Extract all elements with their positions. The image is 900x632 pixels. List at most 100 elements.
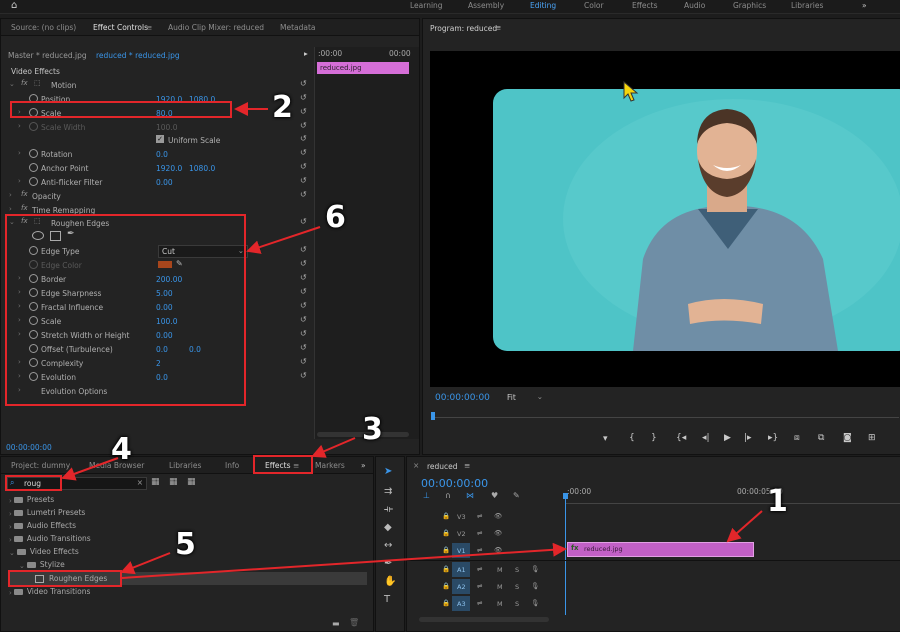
anti-flicker-row[interactable]: › Anti-flicker Filter 0.00 ↺ [1,176,311,189]
go-to-out-icon[interactable]: ▸} [768,433,778,443]
workspace-audio[interactable]: Audio [684,1,705,10]
workspace-color[interactable]: Color [584,1,604,10]
program-scrubber[interactable] [431,412,899,420]
close-tab-icon[interactable]: × [413,461,419,470]
timeline-clip-v1[interactable]: fx reduced.jpg [567,542,754,557]
effect-controls-timecode[interactable]: 00:00:00:00 [6,443,52,452]
insert-nest-icon[interactable]: ⊥ [423,491,430,500]
hand-tool-icon[interactable]: ✋ [384,576,396,587]
reset-icon[interactable]: ↺ [300,176,307,185]
selection-tool-icon[interactable]: ➤ [384,466,392,477]
reset-icon[interactable]: ↺ [300,148,307,157]
tree-item-audio-effects[interactable]: › Audio Effects [9,521,76,531]
tree-item-lumetri-presets[interactable]: › Lumetri Presets [9,508,85,518]
timeline-timecode[interactable]: 00:00:00:00 [421,477,488,490]
chevron-right-icon[interactable]: › [9,205,12,213]
workspace-learning[interactable]: Learning [410,1,443,10]
uniform-scale-checkbox[interactable]: ✓ [156,135,164,143]
workspace-editing[interactable]: Editing [530,1,556,10]
stopwatch-icon[interactable] [29,163,38,172]
tree-item-audio-transitions[interactable]: › Audio Transitions [9,534,91,544]
reset-icon[interactable]: ↺ [300,357,307,366]
fx-icon[interactable]: fx [21,204,28,212]
slip-tool-icon[interactable]: ↔ [384,540,392,551]
timeline-playhead[interactable] [565,495,566,615]
menu-icon[interactable]: ≡ [464,461,470,470]
reset-icon[interactable]: ↺ [300,343,307,352]
program-timecode[interactable]: 00:00:00:00 [435,393,490,403]
add-marker-icon[interactable]: ♥ [491,491,498,500]
workspace-libraries[interactable]: Libraries [791,1,823,10]
chevron-right-icon[interactable]: › [18,177,21,185]
reset-icon[interactable]: ↺ [300,217,307,226]
delete-icon[interactable]: 🗑 [349,618,359,627]
reset-icon[interactable]: ↺ [300,329,307,338]
tab-project[interactable]: Project: dummy [11,461,70,470]
ripple-edit-tool-icon[interactable]: ⟛ [384,504,393,515]
track-header-a1[interactable]: 🔒 A1 ⇌ M S 🎙 [407,562,565,577]
workspace-effects[interactable]: Effects [632,1,658,10]
reset-icon[interactable]: ↺ [300,245,307,254]
reset-icon[interactable]: ↺ [300,93,307,102]
fx-icon[interactable]: fx [21,79,28,87]
new-bin-icon[interactable]: ▬ [332,619,340,628]
tab-effect-controls[interactable]: Effect Controls [93,23,148,32]
add-marker-icon[interactable]: ▾ [603,434,608,444]
tab-audio-clip-mixer[interactable]: Audio Clip Mixer: reduced [168,23,264,32]
pen-tool-icon[interactable]: ✒ [384,558,392,569]
play-icon[interactable]: ▶ [724,433,731,443]
rotation-row[interactable]: › Rotation 0.0 ↺ [1,148,311,161]
master-clip-label[interactable]: Master * reduced.jpg [8,51,87,60]
chevron-down-icon[interactable]: ⌄ [9,80,15,88]
track-header-v1[interactable]: 🔒 V1 ⇌ 👁 [407,543,565,558]
extract-icon[interactable]: ⧉ [818,433,824,443]
timeline-sequence-tab[interactable]: reduced [427,462,458,471]
tab-libraries[interactable]: Libraries [169,461,201,470]
lift-icon[interactable]: ⧈ [794,433,800,443]
tree-item-presets[interactable]: › Presets [9,495,54,505]
settings-icon[interactable]: ⊞ [868,433,876,443]
reset-icon[interactable]: ↺ [300,190,307,199]
32bit-effects-icon[interactable]: ▦ [169,477,178,487]
reset-icon[interactable]: ↺ [300,107,307,116]
track-header-v3[interactable]: 🔒 V3 ⇌ 👁 [407,509,565,524]
timeline-horizontal-scrollbar[interactable] [419,617,549,622]
tree-item-stylize[interactable]: ⌄ Stylize [19,560,65,570]
tree-item-video-transitions[interactable]: › Video Transitions [9,587,90,597]
zoom-fit-dropdown[interactable]: Fit ⌄ [505,392,545,403]
opacity-row[interactable]: › fx Opacity ↺ [1,190,311,203]
uniform-scale-row[interactable]: ✓ Uniform Scale ↺ [1,134,311,147]
reset-icon[interactable]: ↺ [300,259,307,268]
reset-icon[interactable]: ↺ [300,162,307,171]
program-monitor-title[interactable]: Program: reduced [430,24,497,33]
reset-icon[interactable]: ↺ [300,121,307,130]
accelerated-effects-icon[interactable]: ▦ [151,477,160,487]
ruler-bar[interactable] [565,497,900,504]
fx-icon[interactable]: fx [21,190,28,198]
mark-in-icon[interactable]: { [629,433,635,443]
home-icon[interactable]: ⌂ [11,0,17,11]
mark-out-icon[interactable]: } [651,433,657,443]
workspaces-more-button[interactable]: » [862,1,867,10]
go-to-in-icon[interactable]: {◂ [676,433,686,443]
stopwatch-icon[interactable] [29,149,38,158]
yuv-effects-icon[interactable]: ▦ [187,477,196,487]
mini-clip-bar[interactable]: reduced.jpg [317,62,409,74]
chevron-right-icon[interactable]: › [9,191,12,199]
reset-icon[interactable]: ↺ [300,273,307,282]
snap-icon[interactable]: ∩ [445,491,451,500]
tab-markers[interactable]: Markers [315,461,345,470]
anchor-point-row[interactable]: Anchor Point 1920.0 1080.0 ↺ [1,162,311,175]
reset-icon[interactable]: ↺ [300,371,307,380]
track-header-a2[interactable]: 🔒 A2 ⇌ M S 🎙 [407,579,565,594]
step-back-icon[interactable]: ◂| [702,433,710,443]
track-header-a3[interactable]: 🔒 A3 ⇌ M S 🎙 [407,596,565,611]
tab-source[interactable]: Source: (no clips) [11,23,76,32]
step-forward-icon[interactable]: |▸ [744,433,752,443]
tab-metadata[interactable]: Metadata [280,23,316,32]
tab-menu-icon[interactable]: ≡ [146,23,152,32]
wrench-icon[interactable]: ✎ [513,491,520,500]
chevron-right-icon[interactable]: › [18,149,21,157]
menu-icon[interactable]: ≡ [495,23,501,32]
track-header-v2[interactable]: 🔒 V2 ⇌ 👁 [407,526,565,541]
